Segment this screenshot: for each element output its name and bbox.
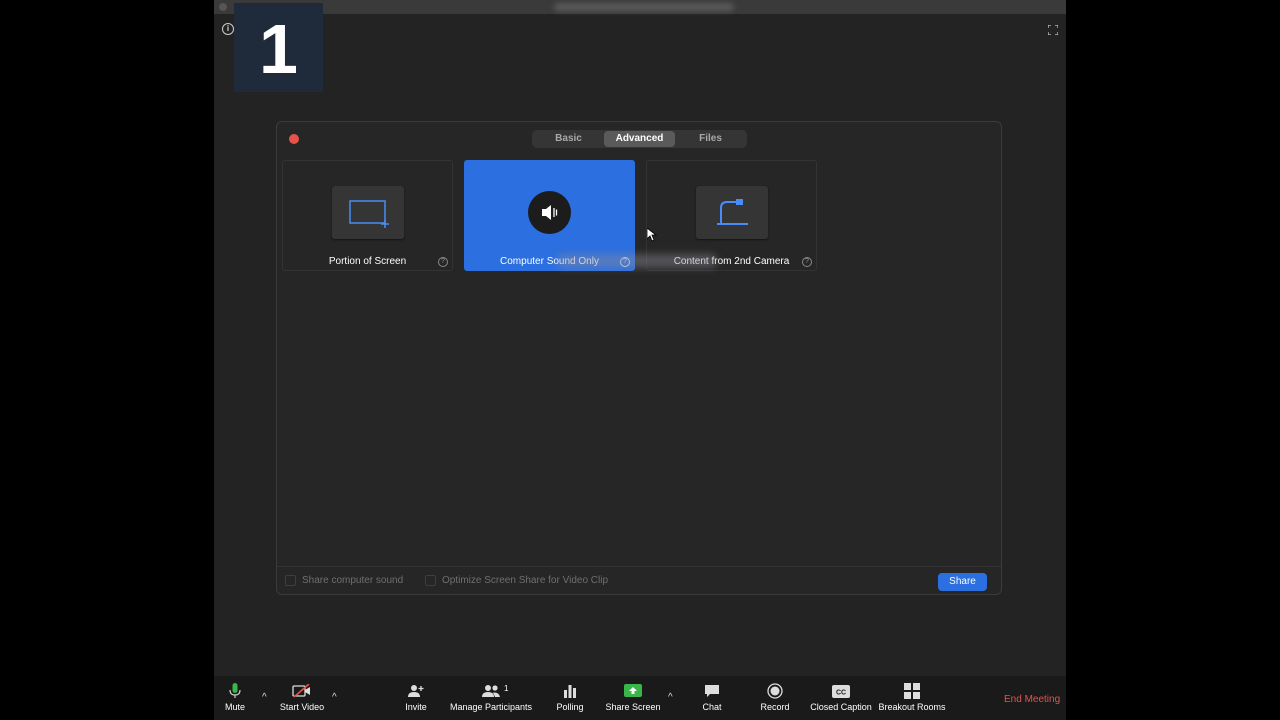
polling-label: Polling xyxy=(556,702,584,712)
info-icon[interactable]: i xyxy=(222,23,234,35)
title-blurred xyxy=(554,3,734,11)
share-sound-option[interactable]: Share computer sound xyxy=(285,575,403,586)
share-tabs: Basic Advanced Files xyxy=(532,130,747,148)
closed-caption-label: Closed Caption xyxy=(810,702,872,712)
microphone-icon xyxy=(229,683,241,698)
optimize-video-checkbox[interactable] xyxy=(425,575,436,586)
option-portion-of-screen[interactable]: Portion of Screen ? xyxy=(282,160,453,271)
participants-icon xyxy=(482,685,500,697)
tab-basic[interactable]: Basic xyxy=(533,131,604,147)
meeting-toolbar: Mute ^ Start Video ^ Invite Manage Parti… xyxy=(214,676,1066,720)
optimize-video-option[interactable]: Optimize Screen Share for Video Clip xyxy=(425,575,608,586)
cc-icon: CC xyxy=(832,684,850,698)
option-label: Portion of Screen xyxy=(328,256,407,267)
share-options-caret[interactable]: ^ xyxy=(668,692,678,703)
add-person-icon xyxy=(408,685,424,697)
invite-label: Invite xyxy=(405,702,427,712)
video-off-icon xyxy=(292,684,310,698)
chat-bubble-icon xyxy=(705,685,719,697)
optimize-video-label: Optimize Screen Share for Video Clip xyxy=(442,575,609,586)
mute-button[interactable]: Mute xyxy=(222,682,248,712)
mute-label: Mute xyxy=(224,702,245,712)
step-number-badge: 1 xyxy=(234,3,323,92)
end-meeting-button[interactable]: End Meeting xyxy=(1004,694,1060,705)
start-video-label: Start Video xyxy=(279,702,325,712)
portion-screen-thumbnail xyxy=(332,186,404,239)
closed-caption-button[interactable]: CC Closed Caption xyxy=(808,682,874,712)
help-icon[interactable]: ? xyxy=(802,257,812,267)
participant-count-badge: 1 xyxy=(504,684,509,693)
share-screen-label: Share Screen xyxy=(605,702,661,712)
title-bar xyxy=(214,0,1066,14)
help-icon[interactable]: ? xyxy=(438,257,448,267)
breakout-rooms-icon xyxy=(904,683,920,699)
manage-participants-label: Manage Participants xyxy=(449,702,533,712)
share-screen-dialog: Basic Advanced Files Portion of Screen ? xyxy=(276,121,1002,595)
record-icon xyxy=(767,683,783,699)
zoom-meeting-window: i 1 Basic Advanced Files Portion of Scre… xyxy=(214,0,1066,720)
record-button[interactable]: Record xyxy=(758,682,792,712)
start-video-button[interactable]: Start Video xyxy=(278,682,326,712)
share-screen-icon xyxy=(624,684,642,697)
video-options-caret[interactable]: ^ xyxy=(332,692,342,703)
record-label: Record xyxy=(760,702,790,712)
document-camera-icon xyxy=(717,199,748,225)
chat-label: Chat xyxy=(702,702,722,712)
dialog-close-button[interactable] xyxy=(289,134,299,144)
share-sound-label: Share computer sound xyxy=(302,575,404,586)
camera-thumbnail xyxy=(696,186,768,239)
bar-chart-icon xyxy=(564,685,576,698)
share-button[interactable]: Share xyxy=(938,573,987,591)
svg-text:CC: CC xyxy=(836,689,846,696)
dialog-footer: Share computer sound Optimize Screen Sha… xyxy=(277,566,1001,595)
window-close-dot[interactable] xyxy=(219,3,227,11)
manage-participants-button[interactable]: Manage Participants xyxy=(448,682,534,712)
audio-options-caret[interactable]: ^ xyxy=(262,692,272,703)
breakout-rooms-label: Breakout Rooms xyxy=(878,702,946,712)
breakout-rooms-button[interactable]: Breakout Rooms xyxy=(878,682,946,712)
fullscreen-icon[interactable] xyxy=(1048,25,1058,35)
tab-advanced[interactable]: Advanced xyxy=(604,131,675,147)
mouse-cursor-icon xyxy=(647,228,657,242)
portion-screen-icon xyxy=(349,200,389,228)
polling-button[interactable]: Polling xyxy=(554,682,586,712)
blur-artifact xyxy=(557,254,717,268)
share-sound-checkbox[interactable] xyxy=(285,575,296,586)
tab-files[interactable]: Files xyxy=(675,131,746,147)
chat-button[interactable]: Chat xyxy=(700,682,724,712)
invite-button[interactable]: Invite xyxy=(402,682,430,712)
share-screen-button[interactable]: Share Screen xyxy=(604,682,662,712)
speaker-icon xyxy=(528,191,571,234)
